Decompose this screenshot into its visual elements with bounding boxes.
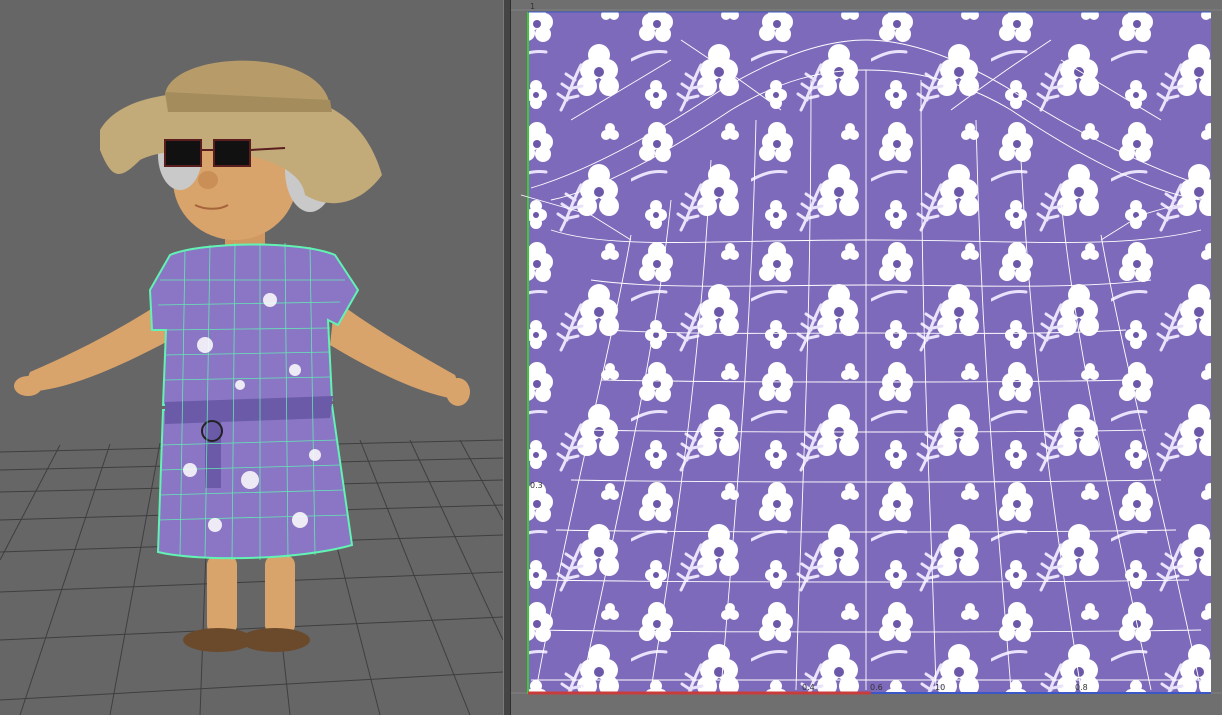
viewport-canvas — [0, 0, 503, 715]
nose — [198, 171, 218, 189]
u-axis-label-b: 0.6 — [870, 683, 883, 692]
left-hand — [14, 376, 42, 396]
right-leg — [265, 555, 295, 635]
perspective-viewport[interactable] — [0, 0, 503, 715]
v-axis-label-mid: 0.3 — [530, 481, 543, 490]
u-axis-label-d: 0.8 — [1075, 683, 1088, 692]
u-axis-label-c: 10 — [935, 683, 945, 692]
panel-splitter[interactable] — [503, 0, 511, 715]
left-leg — [207, 555, 237, 635]
dress-top — [148, 243, 360, 407]
u-axis-label-a: 0.4 — [802, 683, 815, 692]
right-hand — [446, 378, 470, 406]
uv-canvas: 1 0.3 0.4 0.6 10 0.8 — [511, 0, 1222, 715]
right-sandal — [240, 628, 310, 652]
app-window: 1 0.3 0.4 0.6 10 0.8 — [0, 0, 1222, 715]
uv-texture-image — [528, 12, 1211, 694]
uv-texture-editor[interactable]: 1 0.3 0.4 0.6 10 0.8 — [511, 0, 1222, 715]
v-axis-label-top: 1 — [530, 2, 535, 11]
